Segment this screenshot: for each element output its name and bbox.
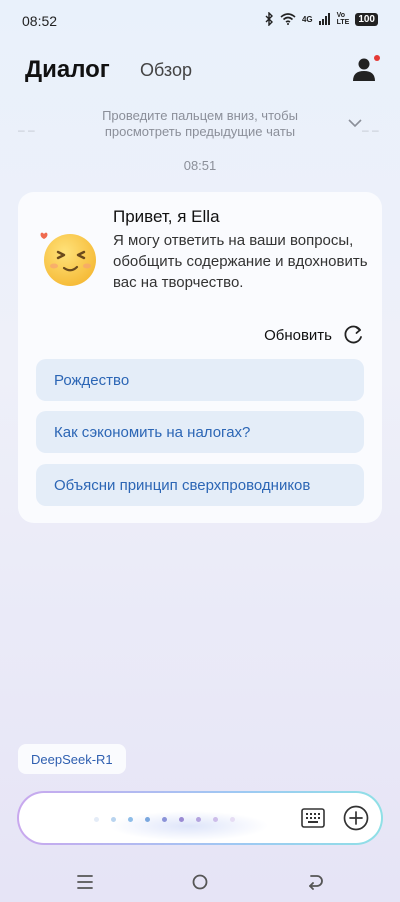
header: Диалог Обзор: [0, 50, 400, 90]
voice-input-bar[interactable]: [17, 791, 383, 845]
notification-dot: [374, 55, 380, 61]
signal-icon: [318, 13, 330, 25]
profile-button[interactable]: [352, 55, 380, 82]
hint-dash-right: – –: [362, 123, 379, 137]
refresh-button[interactable]: Обновить: [264, 324, 364, 346]
suggestion-button[interactable]: Рождество: [36, 359, 364, 401]
bluetooth-icon: [265, 12, 273, 26]
refresh-icon: [344, 325, 362, 344]
swipe-hint-line1: Проведите пальцем вниз, чтобы: [102, 108, 298, 123]
battery-indicator: 100: [355, 12, 378, 26]
greeting-card: Привет, я Ella Я могу ответить на ваши в…: [18, 192, 382, 523]
tab-dialog[interactable]: Диалог: [25, 56, 110, 84]
greeting-title: Привет, я Ella: [113, 207, 220, 226]
status-bar: 08:52 4G Vo LTE 100: [0, 0, 400, 40]
swipe-hint-line2: просмотреть предыдущие чаты: [104, 124, 296, 139]
status-icons: 4G Vo LTE 100: [264, 12, 378, 26]
add-circle-icon[interactable]: [343, 805, 369, 831]
chevron-down-icon: [348, 119, 362, 128]
suggestion-button[interactable]: Объясни принцип сверхпроводников: [36, 464, 364, 506]
refresh-label: Обновить: [264, 326, 332, 344]
hint-dash-left: – –: [18, 123, 35, 137]
chat-timestamp: 08:51: [183, 158, 217, 173]
greeting-text: Я могу ответить на ваши вопросы, обобщит…: [113, 232, 368, 291]
voice-wave-dots: [94, 817, 235, 822]
status-time: 08:52: [22, 13, 58, 29]
assistant-avatar-icon: [40, 232, 96, 286]
back-icon[interactable]: [305, 872, 325, 892]
voice-glow: [109, 811, 269, 841]
system-nav-bar: [0, 868, 400, 898]
network-type-label: 4G: [301, 14, 313, 24]
menu-icon[interactable]: [75, 872, 95, 892]
tab-overview[interactable]: Обзор: [140, 60, 192, 81]
volte-label: Vo LTE: [336, 12, 350, 26]
wifi-icon: [280, 13, 296, 25]
model-selector-chip[interactable]: DeepSeek-R1: [18, 744, 126, 774]
home-icon[interactable]: [190, 872, 210, 892]
suggestion-button[interactable]: Как сэкономить на налогах?: [36, 411, 364, 453]
swipe-hint: Проведите пальцем вниз, чтобы просмотрет…: [0, 108, 400, 140]
keyboard-icon[interactable]: [301, 808, 325, 828]
